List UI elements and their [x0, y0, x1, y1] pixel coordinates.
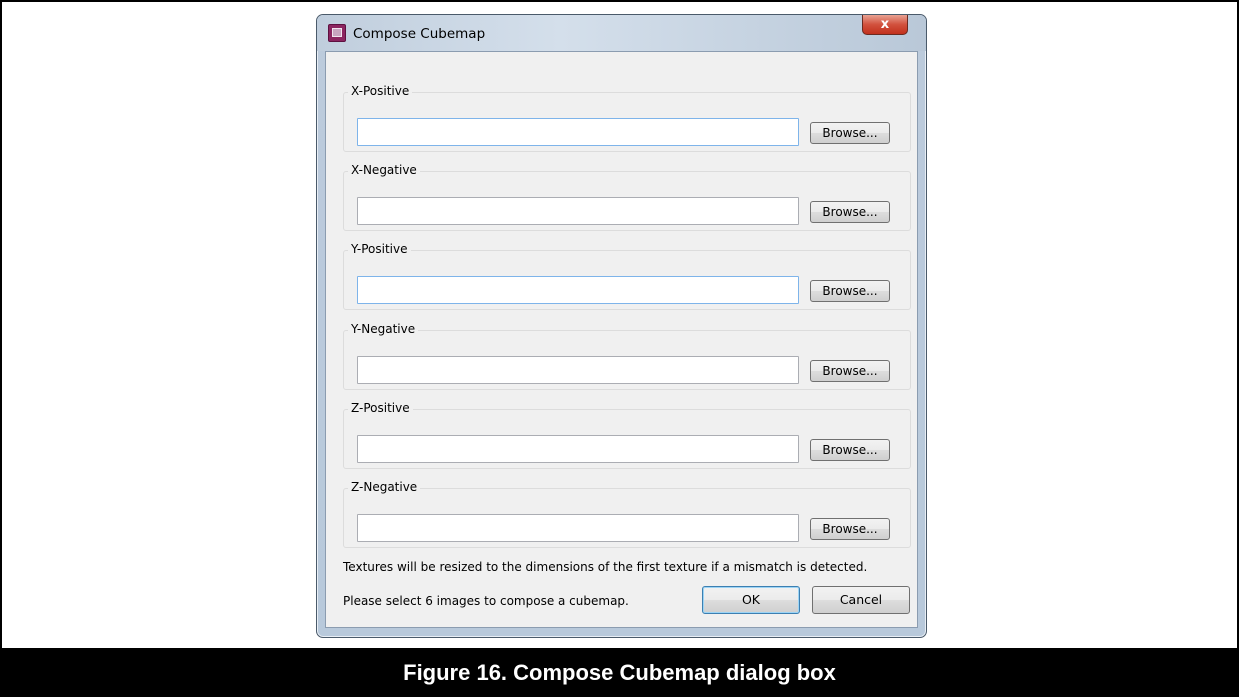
group-z-negative: Z-Negative Browse...	[343, 480, 911, 548]
x-positive-path-input[interactable]	[357, 118, 799, 146]
app-icon	[328, 24, 346, 42]
compose-cubemap-dialog: Compose Cubemap x X-Positive Browse... X…	[316, 14, 927, 638]
x-negative-browse-button[interactable]: Browse...	[810, 201, 890, 223]
group-label: Y-Positive	[348, 242, 411, 256]
y-positive-path-input[interactable]	[357, 276, 799, 304]
cancel-button[interactable]: Cancel	[812, 586, 910, 614]
dialog-client-area: X-Positive Browse... X-Negative Browse..…	[325, 51, 918, 628]
close-button[interactable]: x	[862, 15, 908, 35]
group-y-positive: Y-Positive Browse...	[343, 242, 911, 310]
group-label: X-Positive	[348, 84, 413, 98]
group-y-negative: Y-Negative Browse...	[343, 322, 911, 390]
z-positive-path-input[interactable]	[357, 435, 799, 463]
group-z-positive: Z-Positive Browse...	[343, 401, 911, 469]
z-negative-path-input[interactable]	[357, 514, 799, 542]
ok-button[interactable]: OK	[702, 586, 800, 614]
resize-note: Textures will be resized to the dimensio…	[343, 560, 868, 574]
title-bar[interactable]: Compose Cubemap x	[317, 15, 926, 51]
figure-caption: Figure 16. Compose Cubemap dialog box	[0, 648, 1239, 697]
group-label: Y-Negative	[348, 322, 419, 336]
group-label: Z-Negative	[348, 480, 421, 494]
x-positive-browse-button[interactable]: Browse...	[810, 122, 890, 144]
y-positive-browse-button[interactable]: Browse...	[810, 280, 890, 302]
y-negative-browse-button[interactable]: Browse...	[810, 360, 890, 382]
y-negative-path-input[interactable]	[357, 356, 799, 384]
z-negative-browse-button[interactable]: Browse...	[810, 518, 890, 540]
status-text: Please select 6 images to compose a cube…	[343, 594, 629, 608]
group-label: Z-Positive	[348, 401, 413, 415]
group-label: X-Negative	[348, 163, 420, 177]
close-icon: x	[880, 17, 890, 32]
window-title: Compose Cubemap	[353, 26, 486, 42]
z-positive-browse-button[interactable]: Browse...	[810, 439, 890, 461]
group-x-negative: X-Negative Browse...	[343, 163, 911, 231]
x-negative-path-input[interactable]	[357, 197, 799, 225]
group-x-positive: X-Positive Browse...	[343, 84, 911, 152]
